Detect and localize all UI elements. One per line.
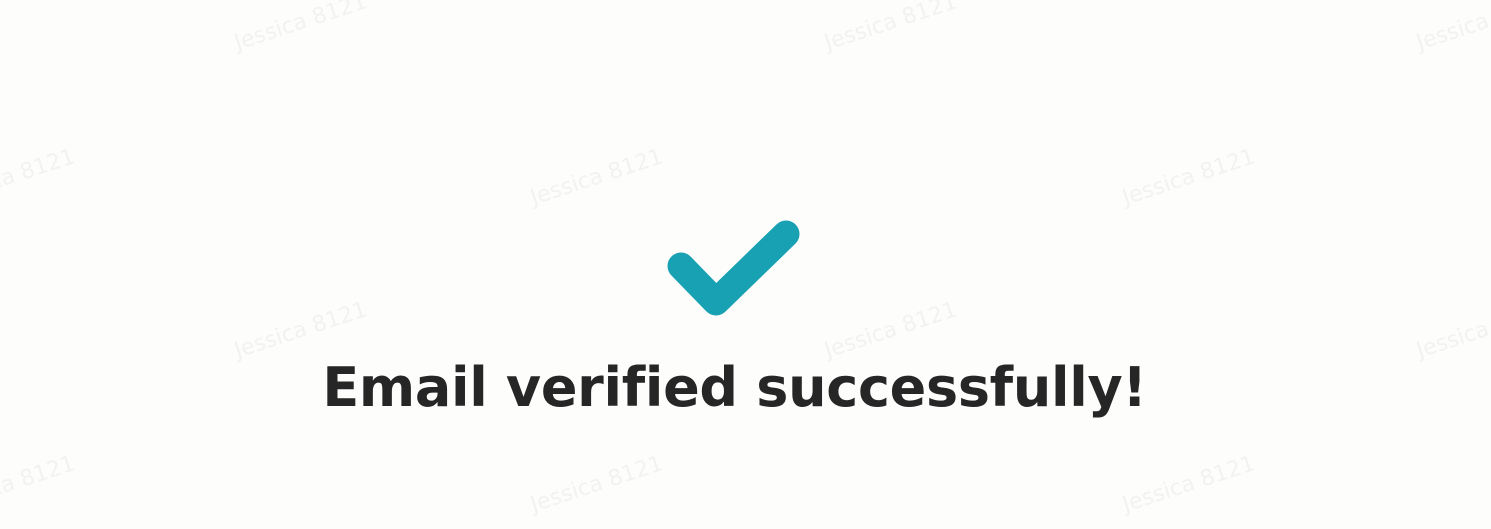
verification-content: Email verified successfully! [0, 0, 1491, 529]
verification-page: Jessica 8121 Jessica 8121 Jessica 8121 J… [0, 0, 1491, 529]
success-message: Email verified successfully! [322, 356, 1147, 419]
checkmark-icon [667, 220, 800, 316]
